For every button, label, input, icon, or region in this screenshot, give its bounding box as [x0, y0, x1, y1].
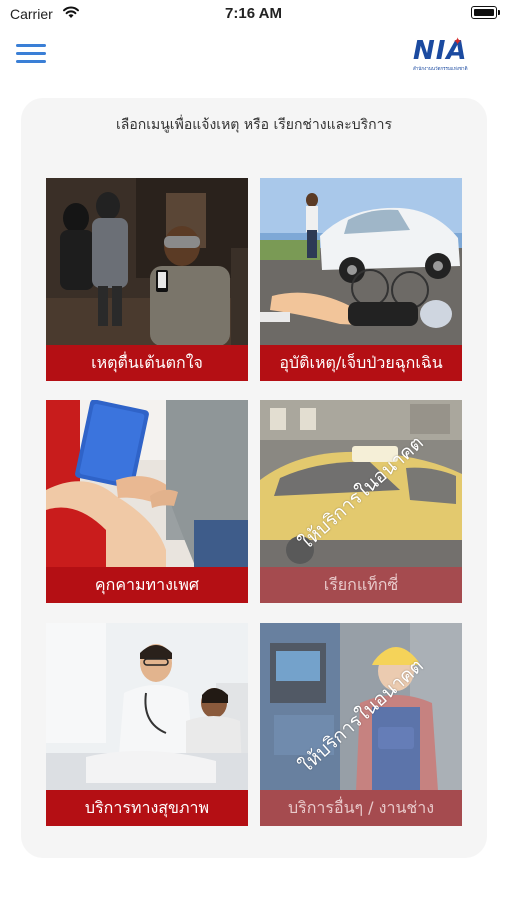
card-title: เลือกเมนูเพื่อแจ้งเหตุ หรือ เรียกช่างและ… — [115, 117, 393, 133]
status-bar: Carrier 7:16 AM — [0, 0, 507, 28]
tile-emergency-alarm[interactable]: เหตุตื่นเต้นตกใจ — [46, 178, 248, 381]
burglary-photo — [46, 178, 248, 346]
logo-star-icon: ✦ — [453, 35, 463, 48]
status-time: 7:16 AM — [225, 5, 282, 22]
battery-icon — [471, 6, 500, 19]
accident-photo — [260, 178, 462, 346]
tile-health-service[interactable]: บริการทางสุขภาพ — [46, 623, 248, 826]
doctor-photo — [46, 623, 248, 791]
menu-card: เลือกเมนูเพื่อแจ้งเหตุ หรือ เรียกช่างและ… — [21, 98, 487, 858]
tile-call-taxi[interactable]: ให้บริการในอนาคต เรียกแท็กซี่ — [260, 400, 462, 603]
tile-sexual-harassment[interactable]: คุกคามทางเพศ — [46, 400, 248, 603]
hamburger-menu-icon[interactable] — [16, 42, 46, 64]
logo-subtitle: สำนักงานนวัตกรรมแห่งชาติ — [413, 67, 468, 72]
tile-accident-emergency[interactable]: อุบัติเหตุ/เจ็บป่วยฉุกเฉิน — [260, 178, 462, 381]
tile-label: เหตุตื่นเต้นตกใจ — [46, 345, 248, 381]
tile-label: คุกคามทางเพศ — [46, 567, 248, 603]
tile-label: บริการทางสุขภาพ — [46, 790, 248, 826]
tile-label: บริการอื่นๆ / งานช่าง — [260, 790, 462, 826]
tile-label: อุบัติเหตุ/เจ็บป่วยฉุกเฉิน — [260, 345, 462, 381]
nia-logo: NIA ✦ สำนักงานนวัตกรรมแห่งชาติ — [413, 35, 491, 72]
harassment-photo — [46, 400, 248, 568]
tile-other-service[interactable]: ให้บริการในอนาคต บริการอื่นๆ / งานช่าง — [260, 623, 462, 826]
tile-label: เรียกแท็กซี่ — [260, 567, 462, 603]
logo-text: NIA — [413, 36, 468, 66]
